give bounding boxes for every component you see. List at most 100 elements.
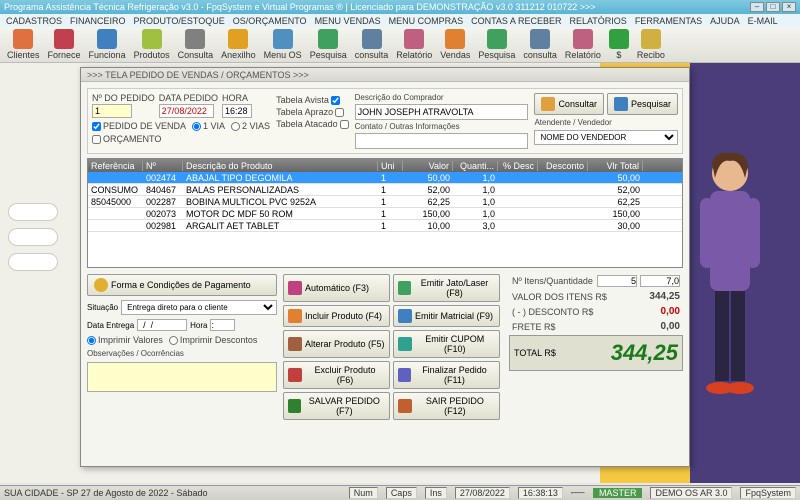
menu-item[interactable]: MENU VENDAS <box>315 16 381 26</box>
toolbar-button[interactable]: Clientes <box>4 28 43 61</box>
atendente-select[interactable]: NOME DO VENDEDOR <box>534 130 678 145</box>
toolbar-button[interactable]: Pesquisa <box>475 28 518 61</box>
tabela-aprazo-check[interactable]: Tabela Aprazo <box>276 107 349 117</box>
pedido-venda-check[interactable]: PEDIDO DE VENDA <box>92 121 186 131</box>
status-city: SUA CIDADE - SP 27 de Agosto de 2022 - S… <box>4 488 207 498</box>
tabela-avista-check[interactable]: Tabela Avista <box>276 95 349 105</box>
action-button-alterar-produto[interactable]: Alterar Produto (F5) <box>283 330 390 358</box>
toolbar-button[interactable]: Menu OS <box>261 28 305 61</box>
desconto-label: ( - ) DESCONTO R$ <box>512 307 593 317</box>
tabela-atacado-check[interactable]: Tabela Atacado <box>276 119 349 129</box>
action-button-finalizar-pedido[interactable]: Finalizar Pedido (F11) <box>393 361 500 389</box>
table-row[interactable]: CONSUMO840467BALAS PERSONALIZADAS152,001… <box>88 184 682 196</box>
toolbar-button[interactable]: Recibo <box>634 28 668 61</box>
action-button-excluir-produto[interactable]: Excluir Produto (F6) <box>283 361 390 389</box>
action-icon <box>288 399 301 413</box>
grid-column-header[interactable]: Desconto <box>538 161 588 171</box>
forma-pagamento-button[interactable]: Forma e Condições de Pagamento <box>87 274 277 296</box>
order-date-input[interactable] <box>159 104 214 118</box>
action-button-incluir-produto[interactable]: Incluir Produto (F4) <box>283 305 390 327</box>
order-no-input[interactable] <box>92 104 132 118</box>
toolbar-icon <box>573 29 593 49</box>
status-master: MASTER <box>593 488 643 498</box>
consultar-button[interactable]: Consultar <box>534 93 604 115</box>
situacao-select[interactable]: Entrega direto para o cliente <box>121 300 277 315</box>
nitens-input <box>597 275 637 287</box>
toolbar-button[interactable]: consulta <box>352 28 392 61</box>
menu-item[interactable]: CONTAS A RECEBER <box>471 16 561 26</box>
imprimir-desc-radio[interactable]: Imprimir Descontos <box>169 335 258 345</box>
menu-item[interactable]: CADASTROS <box>6 16 62 26</box>
main-toolbar: ClientesForneceFuncionaProdutosConsultaA… <box>0 27 800 63</box>
toolbar-button[interactable]: Pesquisa <box>307 28 350 61</box>
grid-column-header[interactable]: Uni <box>378 161 403 171</box>
pesquisar-button[interactable]: Pesquisar <box>607 93 678 115</box>
toolbar-button[interactable]: Consulta <box>175 28 217 61</box>
action-button-sair-pedido[interactable]: SAIR PEDIDO (F12) <box>393 392 500 420</box>
toolbar-icon <box>97 29 117 49</box>
menu-item[interactable]: AJUDA <box>710 16 740 26</box>
side-nav-3[interactable] <box>8 253 58 271</box>
side-nav-2[interactable] <box>8 228 58 246</box>
hora2-label: Hora <box>190 321 207 330</box>
action-button-salvar-pedido[interactable]: SALVAR PEDIDO (F7) <box>283 392 390 420</box>
close-button[interactable]: × <box>782 2 796 12</box>
menu-item[interactable]: OS/ORÇAMENTO <box>233 16 307 26</box>
window-title: Programa Assistência Técnica Refrigeraçã… <box>4 2 596 12</box>
toolbar-button[interactable]: Relatório <box>562 28 604 61</box>
table-row[interactable]: 002981ARGALIT AET TABLET110,003,030,00 <box>88 220 682 232</box>
toolbar-button[interactable]: consulta <box>520 28 560 61</box>
grid-column-header[interactable]: Nº <box>143 161 183 171</box>
action-icon <box>398 368 411 382</box>
obs-textarea[interactable] <box>87 362 277 392</box>
via2-radio[interactable]: 2 VIAS <box>231 121 270 131</box>
action-button-emitir-cupom[interactable]: Emitir CUPOM (F10) <box>393 330 500 358</box>
menu-item[interactable]: MENU COMPRAS <box>389 16 464 26</box>
maximize-button[interactable]: □ <box>766 2 780 12</box>
grid-column-header[interactable]: % Desc <box>498 161 538 171</box>
menu-item[interactable]: RELATÓRIOS <box>569 16 626 26</box>
action-button-emitir-matricial[interactable]: Emitir Matricial (F9) <box>393 305 500 327</box>
menu-bar: CADASTROS FINANCEIRO PRODUTO/ESTOQUE OS/ORÇ… <box>0 14 800 27</box>
menu-item[interactable]: FINANCEIRO <box>70 16 126 26</box>
table-row[interactable]: 002073MOTOR DC MDF 50 ROM1150,001,0150,0… <box>88 208 682 220</box>
toolbar-button[interactable]: Produtos <box>131 28 173 61</box>
status-date: 27/08/2022 <box>455 487 510 499</box>
side-nav-1[interactable] <box>8 203 58 221</box>
action-icon <box>398 309 412 323</box>
toolbar-button[interactable]: Fornece <box>45 28 84 61</box>
status-flag <box>571 492 585 494</box>
action-button-emitir-jato/laser[interactable]: Emitir Jato/Laser (F8) <box>393 274 500 302</box>
minimize-button[interactable]: – <box>750 2 764 12</box>
data-entrega-input[interactable] <box>137 319 187 331</box>
toolbar-button[interactable]: Relatório <box>393 28 435 61</box>
grid-column-header[interactable]: Valor <box>403 161 453 171</box>
grid-column-header[interactable]: Quanti... <box>453 161 498 171</box>
products-grid[interactable]: ReferênciaNºDescrição do ProdutoUniValor… <box>87 158 683 268</box>
grid-column-header[interactable]: Vlr Total <box>588 161 643 171</box>
grid-column-header[interactable]: Referência <box>88 161 143 171</box>
action-icon <box>288 368 302 382</box>
buyer-desc-input[interactable] <box>355 104 529 120</box>
menu-item[interactable]: PRODUTO/ESTOQUE <box>134 16 225 26</box>
table-row[interactable]: 002474ABAJAL TIPO DEGOMILA150,001,050,00 <box>88 172 682 184</box>
grid-column-header[interactable]: Descrição do Produto <box>183 161 378 171</box>
action-button-automático[interactable]: Automático (F3) <box>283 274 390 302</box>
toolbar-icon <box>445 29 465 49</box>
toolbar-button[interactable]: $ <box>606 28 632 61</box>
toolbar-button[interactable]: Anexilho <box>218 28 259 61</box>
action-icon <box>288 281 302 295</box>
toolbar-button[interactable]: Vendas <box>437 28 473 61</box>
table-row[interactable]: 85045000002287BOBINA MULTICOL PVC 9252A1… <box>88 196 682 208</box>
toolbar-button[interactable]: Funciona <box>86 28 129 61</box>
imprimir-valores-radio[interactable]: Imprimir Valores <box>87 335 163 345</box>
status-demo: DEMO OS AR 3.0 <box>650 487 732 499</box>
menu-item[interactable]: E-MAIL <box>748 16 778 26</box>
contact-input[interactable] <box>355 133 529 149</box>
menu-item[interactable]: FERRAMENTAS <box>635 16 702 26</box>
via1-radio[interactable]: 1 VIA <box>192 121 225 131</box>
toolbar-icon <box>487 29 507 49</box>
order-hour-input[interactable] <box>222 104 252 118</box>
orcamento-check[interactable]: ORÇAMENTO <box>92 134 270 144</box>
hora2-input[interactable] <box>210 319 235 331</box>
